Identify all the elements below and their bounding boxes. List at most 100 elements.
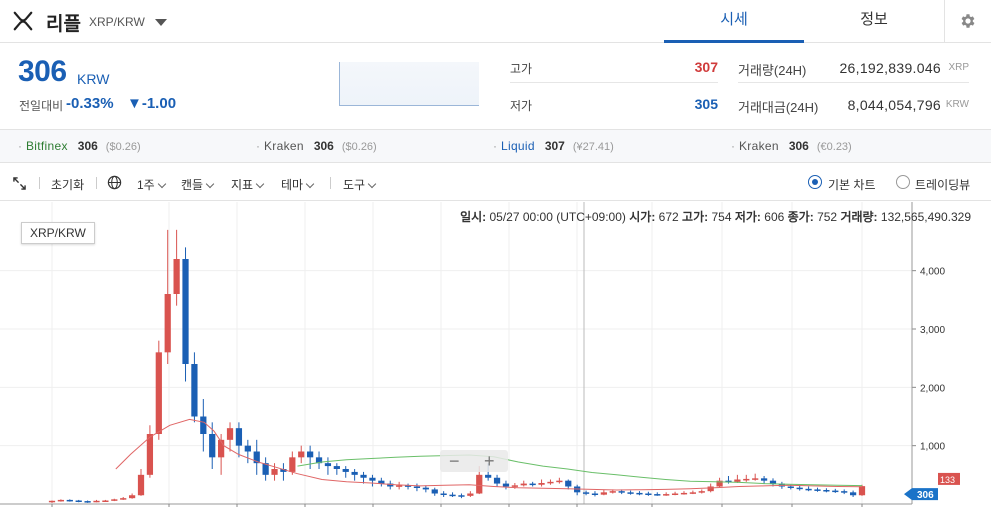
tab-info[interactable]: 정보 (804, 0, 944, 43)
candle-body (671, 493, 679, 495)
candle-body (814, 489, 821, 491)
exchange-item[interactable]: · Liquid 307 (¥27.41) (493, 139, 614, 153)
candle-body (645, 493, 652, 495)
settings-button[interactable] (944, 0, 991, 43)
basic-chart-radio[interactable] (808, 175, 822, 189)
candle-body (556, 480, 563, 483)
exchange-name: Kraken (264, 139, 304, 153)
tab-price[interactable]: 시세 (664, 0, 804, 43)
expand-icon[interactable] (13, 177, 26, 190)
candle-body (752, 478, 759, 480)
volume-value: 26,192,839.046 (839, 60, 941, 76)
candle-body (360, 474, 367, 478)
candle-body (769, 480, 777, 484)
exchange-sub: (€0.23) (816, 141, 852, 153)
globe-icon[interactable] (107, 175, 122, 190)
candle-body (226, 428, 234, 440)
candle-body (609, 491, 616, 493)
xrp-logo-icon (13, 11, 33, 31)
exchange-price: 306 (313, 139, 334, 153)
exchange-item[interactable]: · Kraken 306 ($0.26) (256, 139, 377, 153)
triangle-down-icon[interactable] (155, 19, 167, 26)
candle-body (565, 480, 572, 487)
candle-body (137, 474, 145, 496)
candle-body (787, 486, 794, 488)
candle-body (600, 492, 607, 495)
low-row: 저가 305 (510, 90, 718, 120)
candle-body (128, 495, 136, 499)
change-amount: ▼-1.00 (127, 95, 177, 112)
candle-body (654, 494, 661, 496)
interval-dropdown[interactable]: 1주 (137, 176, 166, 193)
secondary-price-tag-label: 133 (940, 475, 955, 485)
candle-body (467, 493, 474, 496)
exchange-item[interactable]: · Kraken 306 (€0.23) (731, 139, 852, 153)
change-label: 전일대비 (19, 99, 64, 113)
exchange-name: Kraken (739, 139, 779, 153)
candle-body (627, 492, 634, 494)
zoom-in-icon[interactable]: + (484, 451, 495, 471)
candle-body (707, 486, 714, 492)
candle-body (351, 471, 358, 475)
candle-body (502, 483, 510, 487)
exchange-bar: · Bitfinex 306 ($0.26) · Kraken 306 ($0.26) · L… (0, 130, 991, 163)
candle-body (289, 457, 296, 472)
candle-body (849, 492, 857, 496)
candle-body (823, 490, 830, 492)
candle-dropdown[interactable]: 캔들 (181, 176, 215, 193)
candle-body (48, 500, 56, 503)
candle-body (582, 492, 590, 494)
series-legend: XRP/KRW (21, 222, 95, 244)
tradingview-radio[interactable] (896, 175, 910, 189)
exchange-sub: ($0.26) (105, 141, 141, 153)
candle-body (191, 364, 198, 417)
candle-body (111, 499, 118, 501)
candle-body (760, 478, 768, 481)
mini-chart (339, 62, 479, 106)
zoom-out-icon[interactable]: − (449, 451, 460, 471)
candle-body (146, 434, 154, 475)
last-price-tag-label: 306 (917, 490, 934, 501)
candle-body (182, 259, 189, 364)
exchange-price: 306 (788, 139, 809, 153)
exchange-price: 307 (544, 139, 565, 153)
exchange-name: Bitfinex (26, 139, 68, 153)
candle-body (529, 483, 536, 486)
current-price: 306 (18, 55, 67, 88)
candle-body (102, 500, 109, 502)
exchange-item[interactable]: · Bitfinex 306 ($0.26) (18, 139, 141, 153)
exchange-sub: ($0.26) (341, 141, 377, 153)
chevron-down-icon (305, 179, 315, 189)
candle-body (66, 499, 73, 502)
price-summary: 306 KRW 전일대비 -0.33% ▼-1.00 고가 307 저가 305… (0, 43, 991, 130)
theme-dropdown[interactable]: 테마 (281, 176, 315, 193)
coin-name: 리플 (46, 14, 81, 35)
candle-body (511, 485, 518, 487)
change-percent: -0.33% (66, 95, 114, 112)
exchange-name: Liquid (501, 139, 535, 153)
candle-body (449, 494, 456, 497)
candle-body (396, 485, 403, 487)
amount-label: 거래대금(24H) (738, 100, 819, 115)
candlestick-chart[interactable]: 1,000 2,000 3,000 4,000 − +306 133 (0, 202, 991, 507)
candle-body (57, 499, 65, 502)
candle-body (485, 474, 492, 478)
candle-body (164, 294, 171, 353)
candle-body (271, 469, 278, 475)
candle-body (663, 494, 670, 496)
candle-body (538, 483, 545, 485)
chevron-down-icon (255, 179, 265, 189)
y-tick-label: 4,000 (920, 267, 945, 278)
low-label: 저가 (510, 99, 533, 113)
candle-body (235, 428, 243, 446)
candle-body (155, 352, 162, 434)
chart-area[interactable]: 1,000 2,000 3,000 4,000 − +306 133 일시: 05/27 0… (0, 202, 991, 507)
indicator-dropdown[interactable]: 지표 (231, 176, 265, 193)
high-row: 고가 307 (510, 53, 718, 83)
tools-dropdown[interactable]: 도구 (343, 176, 377, 193)
candle-body (832, 490, 839, 493)
chevron-down-icon (157, 179, 166, 189)
candle-body (805, 488, 812, 491)
high-value: 307 (694, 59, 718, 75)
reset-button[interactable]: 초기화 (51, 176, 84, 193)
